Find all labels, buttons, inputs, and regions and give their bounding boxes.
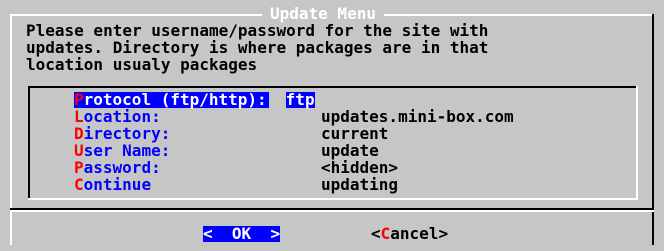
cancel-button-label: ancel xyxy=(390,224,439,243)
menu-item-protocol[interactable]: Protocol (ftp/http): ftp xyxy=(74,92,315,108)
cancel-button-right-bracket: > xyxy=(438,224,449,243)
menu-item-key: User Name: xyxy=(74,143,321,159)
menu-item-key: Continue xyxy=(74,177,321,193)
button-separator-highlight xyxy=(10,210,654,212)
listbox-border-right xyxy=(636,86,638,200)
menu-item-value: updates.mini-box.com xyxy=(321,107,514,126)
menu-item-location[interactable]: Location: updates.mini-box.com xyxy=(74,109,514,125)
menu-item-value: update xyxy=(321,141,379,160)
menu-item-user-name[interactable]: User Name: update xyxy=(74,143,379,159)
dialog-title: Update Menu xyxy=(262,6,384,22)
description-line: Please enter username/password for the s… xyxy=(26,21,489,40)
description-line: location usualy packages xyxy=(26,55,258,74)
menu-item-hotkey: C xyxy=(74,175,84,194)
ok-button-label: OK xyxy=(212,224,271,243)
menu-item-value: updating xyxy=(321,175,399,194)
menu-item-value: ftp xyxy=(285,90,315,109)
ok-button[interactable]: < OK > xyxy=(203,224,281,243)
cancel-button-hotkey: C xyxy=(380,224,391,243)
menu-item-directory[interactable]: Directory: current xyxy=(74,126,388,142)
cancel-button[interactable]: <Cancel> xyxy=(371,226,448,242)
listbox-border-top xyxy=(28,86,638,88)
menu-item-value: current xyxy=(321,124,389,143)
terminal-screen: Update Menu Please enter username/passwo… xyxy=(0,0,664,251)
menu-item-key: Protocol (ftp/http): xyxy=(74,92,269,108)
menu-item-continue[interactable]: Continue updating xyxy=(74,177,398,193)
description-line: updates. Directory is where packages are… xyxy=(26,38,489,57)
menu-item-key: Directory: xyxy=(74,126,321,142)
menu-item-password[interactable]: Password: <hidden> xyxy=(74,160,398,176)
menu-item-value: <hidden> xyxy=(321,158,399,177)
listbox-border-bottom xyxy=(28,198,638,200)
ok-button-left-bracket: < xyxy=(203,224,213,243)
menu-item-label: ontinue xyxy=(83,175,152,194)
menu-item-key: Location: xyxy=(74,109,321,125)
ok-button-right-bracket: > xyxy=(270,224,281,243)
dialog-description: Please enter username/password for the s… xyxy=(26,22,488,73)
menu-item-key: Password: xyxy=(74,160,321,176)
cancel-button-left-bracket: < xyxy=(371,224,381,243)
update-menu-dialog: Update Menu Please enter username/passwo… xyxy=(0,0,664,251)
listbox-border-left xyxy=(28,86,30,200)
